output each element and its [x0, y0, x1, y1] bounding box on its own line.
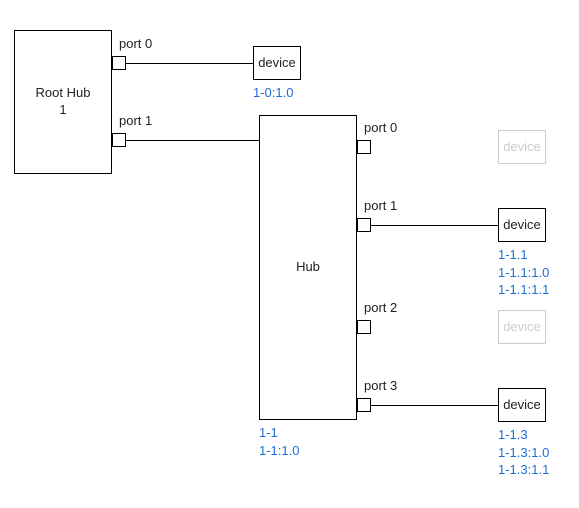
device1-box: device — [498, 208, 546, 242]
device-ghost-0-box: device — [498, 130, 546, 164]
hub-port2-label: port 2 — [364, 300, 397, 315]
root-hub-port1-label: port 1 — [119, 113, 152, 128]
hub-port0-stub — [357, 140, 371, 154]
root-hub-port0-stub — [112, 56, 126, 70]
hub-address: 1-1 1-1:1.0 — [259, 424, 299, 459]
device1-address: 1-1.1 1-1.1:1.0 1-1.1:1.1 — [498, 246, 549, 299]
device0-label: device — [258, 55, 296, 72]
device3-box: device — [498, 388, 546, 422]
wire-roothub-to-hub — [126, 140, 259, 141]
usb-topology-diagram: Root Hub 1 port 0 device 1-0:1.0 port 1 … — [0, 0, 579, 508]
device1-label: device — [503, 217, 541, 234]
hub-port2-stub — [357, 320, 371, 334]
device-ghost-2-box: device — [498, 310, 546, 344]
hub-port1-stub — [357, 218, 371, 232]
device-ghost-2-label: device — [503, 319, 541, 336]
device0-box: device — [253, 46, 301, 80]
device-ghost-0-label: device — [503, 139, 541, 156]
hub-port0-label: port 0 — [364, 120, 397, 135]
root-hub-port0-label: port 0 — [119, 36, 152, 51]
wire-hub-to-dev3 — [371, 405, 498, 406]
hub-port1-label: port 1 — [364, 198, 397, 213]
root-hub-box: Root Hub 1 — [14, 30, 112, 174]
device3-label: device — [503, 397, 541, 414]
hub-label: Hub — [296, 259, 320, 276]
hub-port3-label: port 3 — [364, 378, 397, 393]
root-hub-port1-stub — [112, 133, 126, 147]
hub-port3-stub — [357, 398, 371, 412]
root-hub-label: Root Hub 1 — [36, 85, 91, 119]
hub-box: Hub — [259, 115, 357, 420]
device3-address: 1-1.3 1-1.3:1.0 1-1.3:1.1 — [498, 426, 549, 479]
wire-hub-to-dev1 — [371, 225, 498, 226]
device0-address: 1-0:1.0 — [253, 84, 293, 102]
wire-roothub-to-device0 — [126, 63, 253, 64]
